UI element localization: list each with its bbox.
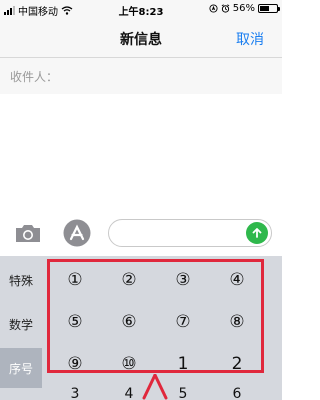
compose-bar — [0, 208, 282, 256]
key-circled-8[interactable]: ⑧ — [210, 302, 264, 342]
status-bar: 中国移动 上午8:23 56% — [0, 0, 282, 18]
key-4[interactable]: 4 — [102, 386, 156, 400]
key-3[interactable]: 3 — [48, 386, 102, 400]
send-button[interactable] — [246, 222, 268, 244]
message-area — [0, 94, 282, 208]
key-circled-3[interactable]: ③ — [156, 260, 210, 300]
key-circled-5[interactable]: ⑤ — [48, 302, 102, 342]
status-right: 56% — [209, 3, 280, 14]
key-circled-4[interactable]: ④ — [210, 260, 264, 300]
recipient-field[interactable]: 收件人： — [0, 58, 282, 94]
keyboard-category-special[interactable]: 特殊 — [0, 260, 42, 300]
key-5[interactable]: 5 — [156, 386, 210, 400]
location-icon — [209, 4, 218, 13]
key-circled-9[interactable]: ⑨ — [48, 344, 102, 384]
key-circled-6[interactable]: ⑥ — [102, 302, 156, 342]
key-circled-1[interactable]: ① — [48, 260, 102, 300]
camera-icon[interactable] — [14, 222, 42, 244]
alarm-icon — [221, 4, 230, 13]
key-1[interactable]: 1 — [156, 344, 210, 384]
keyboard-category-ordinal[interactable]: 序号 — [0, 348, 42, 388]
recipient-label: 收件人： — [10, 70, 59, 84]
key-grid: ① ② ③ ④ ⑤ ⑥ ⑦ ⑧ ⑨ ⑩ 1 2 — [48, 260, 264, 384]
key-circled-7[interactable]: ⑦ — [156, 302, 210, 342]
key-circled-2[interactable]: ② — [102, 260, 156, 300]
message-input[interactable] — [108, 219, 272, 247]
key-2[interactable]: 2 — [210, 344, 264, 384]
appstore-icon[interactable] — [62, 218, 92, 248]
send-arrow-icon — [252, 228, 262, 238]
battery-percent: 56% — [232, 3, 255, 14]
cancel-button[interactable]: 取消 — [236, 29, 264, 49]
battery-icon — [258, 4, 280, 13]
key-row-partial: 3 4 5 6 — [48, 386, 264, 400]
key-6[interactable]: 6 — [210, 386, 264, 400]
symbol-keyboard: 特殊 数学 序号 ① ② ③ ④ ⑤ ⑥ ⑦ ⑧ ⑨ ⑩ 1 2 3 4 5 6 — [0, 256, 282, 400]
keyboard-category-math[interactable]: 数学 — [0, 304, 42, 344]
key-circled-10[interactable]: ⑩ — [102, 344, 156, 384]
nav-bar: 新信息 取消 — [0, 18, 282, 58]
